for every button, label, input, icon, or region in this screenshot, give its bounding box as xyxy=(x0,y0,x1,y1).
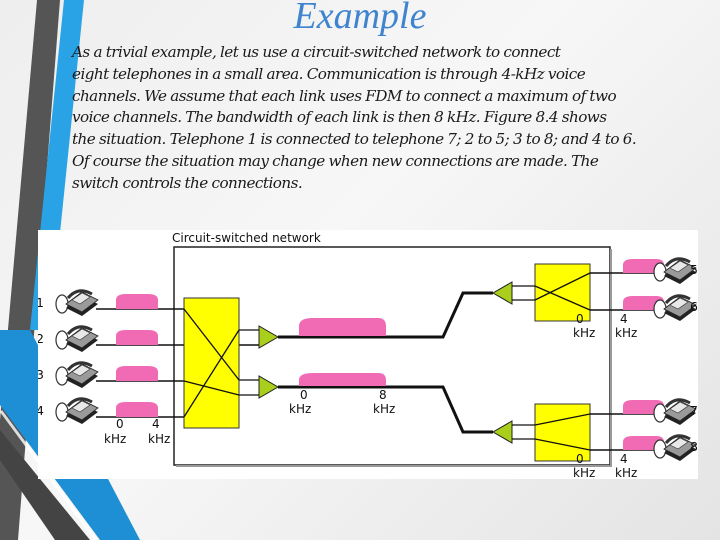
band-unit: kHz xyxy=(289,402,311,416)
phone-number: 5 xyxy=(690,262,698,277)
band-unit: kHz xyxy=(573,326,595,340)
band-unit: kHz xyxy=(615,326,637,340)
band-unit: kHz xyxy=(573,466,595,479)
left-phone-2: 2 xyxy=(38,325,100,354)
demultiplexer-bottom xyxy=(492,420,513,444)
right-phone-8: 8 xyxy=(652,434,698,463)
band-unit: kHz xyxy=(104,432,126,446)
band-low: 0 xyxy=(576,452,584,466)
paragraph-line: Of course the situation may change when … xyxy=(72,151,599,170)
telephone-icon xyxy=(54,325,100,354)
band-low: 0 xyxy=(300,388,308,402)
left-spectra xyxy=(116,294,158,417)
band-high: 4 xyxy=(620,452,628,466)
spectrum-bump xyxy=(116,366,158,381)
band-high: 8 xyxy=(379,388,387,402)
phone-number: 2 xyxy=(38,331,44,346)
figure-canvas: Circuit-switched network 1 2 3 4 0 4 kHz… xyxy=(38,231,698,479)
left-phone-3: 3 xyxy=(38,361,100,390)
right-phone-5: 5 xyxy=(652,257,698,286)
slide-title: Example xyxy=(293,0,427,37)
spectrum-bump xyxy=(116,294,158,309)
multiplexer-top xyxy=(258,325,279,349)
band-unit: kHz xyxy=(148,432,170,446)
trunk-band-labels: 0 8 kHz kHz xyxy=(289,388,395,416)
band-unit: kHz xyxy=(615,466,637,479)
phone-number: 8 xyxy=(690,439,698,454)
band-high: 4 xyxy=(152,417,160,431)
left-phone-4: 4 xyxy=(38,397,100,426)
paragraph-line: channels. We assume that each link uses … xyxy=(72,86,617,105)
phone-number: 1 xyxy=(38,295,44,310)
left-phone-1: 1 xyxy=(38,289,100,318)
paragraph-line: As a trivial example, let us use a circu… xyxy=(72,43,561,61)
paragraph-line: voice channels. The bandwidth of each li… xyxy=(72,108,607,127)
left-band-labels: 0 4 kHz kHz xyxy=(104,417,170,446)
spectrum-bump xyxy=(299,318,386,336)
telephone-icon xyxy=(54,397,100,426)
slide-paragraph: As a trivial example, let us use a circu… xyxy=(72,42,720,195)
telephone-icon xyxy=(54,289,100,318)
left-switch xyxy=(183,297,240,429)
demultiplexer-top xyxy=(492,281,513,305)
right-band-labels-top: 0 4 kHz kHz xyxy=(573,312,637,340)
spectrum-bump xyxy=(116,402,158,417)
phone-number: 3 xyxy=(38,367,44,382)
band-low: 0 xyxy=(116,417,124,431)
telephone-icon xyxy=(54,361,100,390)
phone-number: 6 xyxy=(690,299,698,314)
network-label: Circuit-switched network xyxy=(172,231,321,245)
paragraph-line: eight telephones in a small area. Commun… xyxy=(72,64,586,83)
right-phone-6: 6 xyxy=(652,294,698,323)
spectrum-bump xyxy=(116,330,158,345)
paragraph-line: the situation. Telephone 1 is connected … xyxy=(72,130,637,149)
paragraph-line: switch controls the connections. xyxy=(72,173,303,192)
trunk-spectra xyxy=(299,318,386,386)
band-low: 0 xyxy=(576,312,584,326)
band-unit: kHz xyxy=(373,402,395,416)
right-phone-7: 7 xyxy=(652,398,698,427)
phone-number: 4 xyxy=(38,403,44,418)
spectrum-bump xyxy=(299,373,386,386)
band-high: 4 xyxy=(620,312,628,326)
multiplexer-bottom xyxy=(258,375,279,399)
phone-number: 7 xyxy=(690,403,698,418)
circuit-switched-figure: Circuit-switched network 1 2 3 4 0 4 kHz… xyxy=(38,230,698,479)
